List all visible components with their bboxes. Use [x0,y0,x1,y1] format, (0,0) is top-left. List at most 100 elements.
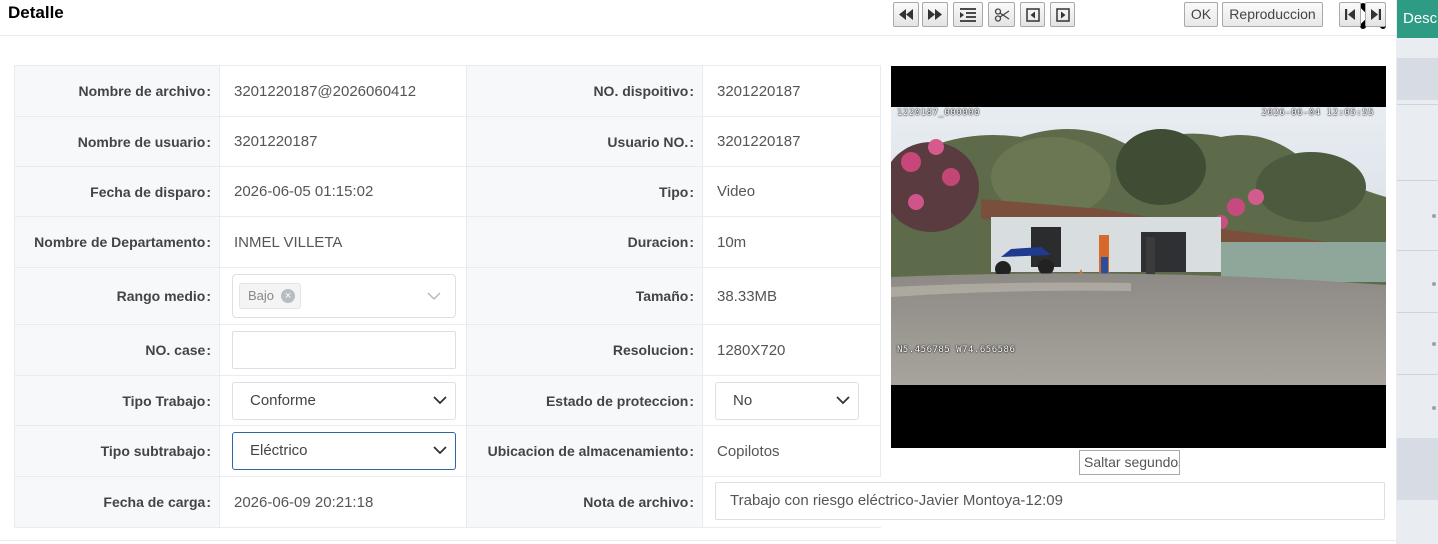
file-note-input[interactable]: Trabajo con riesgo eléctrico-Javier Mont… [715,482,1385,520]
seek-placeholder: Saltar segundos [1084,454,1180,470]
background-divider [1397,312,1438,313]
work-type-cell: Conforme [219,375,467,426]
rewind-button[interactable] [893,2,919,27]
chevron-down-icon [836,395,850,404]
skip-end-button[interactable] [1365,2,1386,27]
background-marker [1432,406,1436,410]
video-osd-datetime: 2026-06-04 12:05:55 [1261,108,1374,118]
table-row: Nombre de Departamento: INMEL VILLETA Du… [14,216,881,268]
playback-button[interactable]: Reproduccion [1222,2,1323,27]
next-frame-button[interactable] [1050,2,1075,27]
work-subtype-select[interactable]: Eléctrico [232,432,456,470]
video-osd-device: 1220187_000000 [897,108,980,118]
table-row: Nombre de usuario: 3201220187 Usuario NO… [14,116,881,167]
user-no-value: 3201220187 [702,116,881,167]
field-label: Duracion: [466,216,703,268]
field-label: Nombre de usuario: [14,116,220,167]
next-frame-icon [1055,8,1070,22]
table-row: Rango medio: Bajo × Tamaño: 38.33MB [14,267,881,325]
fast-forward-icon [928,9,942,20]
chevron-down-icon [427,292,441,300]
field-label: Estado de proteccion: [466,375,703,426]
field-label: Tipo: [466,166,703,217]
rewind-icon [899,9,913,20]
protection-state-select[interactable]: No [715,381,859,420]
medium-range-tag: Bajo × [239,283,302,309]
work-type-selected: Conforme [250,391,316,409]
background-marker [1432,282,1436,286]
skip-end-icon [1370,9,1381,20]
chevron-down-icon [433,446,447,455]
field-label: Tipo Trabajo: [14,375,220,426]
tag-label: Bajo [248,288,275,303]
case-no-cell [219,324,467,376]
chevron-down-icon [433,395,447,404]
field-label: Resolucion: [466,324,703,376]
table-row: Fecha de disparo: 2026-06-05 01:15:02 Ti… [14,166,881,217]
user-name-value: 3201220187 [219,116,467,167]
ok-button[interactable]: OK [1184,2,1218,27]
work-type-select[interactable]: Conforme [232,381,456,420]
resolution-value: 1280X720 [702,324,881,376]
background-marker [1432,214,1436,218]
video-osd-coordinates: N5.456785 W74.656586 [897,345,1016,355]
field-label: NO. dispoitivo: [466,65,703,117]
background-divider [1397,180,1438,181]
background-row-highlight [1397,58,1438,100]
protection-state-selected: No [733,391,753,409]
protection-state-cell: No [702,375,881,426]
medium-range-select[interactable]: Bajo × [232,274,456,318]
background-divider [1397,104,1438,105]
field-label: Tamaño: [466,267,703,325]
duration-value: 10m [702,216,881,268]
field-label: Fecha de disparo: [14,166,220,217]
field-label: Nota de archivo: [466,476,703,528]
upload-date-value: 2026-06-09 20:21:18 [219,476,467,528]
background-divider [1397,374,1438,375]
background-download-button[interactable]: Desc [1397,0,1438,38]
skip-start-icon [1345,9,1355,20]
field-label: Tipo subtrabajo: [14,425,220,477]
table-row: NO. case: Resolucion: 1280X720 [14,324,881,376]
seek-seconds-input[interactable]: Saltar segundos [1079,450,1180,475]
type-value: Video [702,166,881,217]
table-row: Tipo Trabajo: Conforme Estado de protecc… [14,375,881,426]
skip-start-button[interactable] [1339,2,1361,27]
background-marker [1432,342,1436,346]
field-label: Ubicacion de almacenamiento: [466,425,703,477]
work-subtype-selected: Eléctrico [250,442,308,459]
prev-frame-button[interactable] [1020,2,1045,27]
field-label: Nombre de archivo: [14,65,220,117]
file-name-value: 3201220187@2026060412 [219,65,467,117]
dialog-footer-divider [0,540,1396,541]
trigger-date-value: 2026-06-05 01:15:02 [219,166,467,217]
size-value: 38.33MB [702,267,881,325]
field-label: Usuario NO.: [466,116,703,167]
table-row: Tipo subtrabajo: Eléctrico Ubicacion de … [14,425,881,477]
field-label: Fecha de carga: [14,476,220,528]
table-row: Nombre de archivo: 3201220187@2026060412… [14,65,881,117]
video-player[interactable]: 1220187_000000 2026-06-04 12:05:55 N5.45… [891,66,1386,448]
device-no-value: 3201220187 [702,65,881,117]
detail-table: Nombre de archivo: 3201220187@2026060412… [14,65,881,528]
field-label: NO. case: [14,324,220,376]
clip-button[interactable] [988,2,1015,27]
dialog-title: Detalle [8,3,64,22]
scissors-icon [994,8,1009,22]
storage-location-value: Copilotos [702,425,881,477]
video-frame [891,107,1386,385]
list-indent-icon [960,8,976,22]
tag-remove-icon[interactable]: × [281,289,296,303]
prev-frame-icon [1025,8,1040,22]
work-subtype-cell: Eléctrico [219,425,467,477]
fast-forward-button[interactable] [922,2,948,27]
list-button[interactable] [953,2,983,27]
case-no-input[interactable] [232,331,456,369]
detail-dialog: Detalle Nombre de archivo: 3201220187@20… [0,0,1396,544]
background-divider [1397,250,1438,251]
field-label: Nombre de Departamento: [14,216,220,268]
field-label: Rango medio: [14,267,220,325]
department-value: INMEL VILLETA [219,216,467,268]
medium-range-cell: Bajo × [219,267,467,325]
background-row-highlight [1397,438,1438,500]
